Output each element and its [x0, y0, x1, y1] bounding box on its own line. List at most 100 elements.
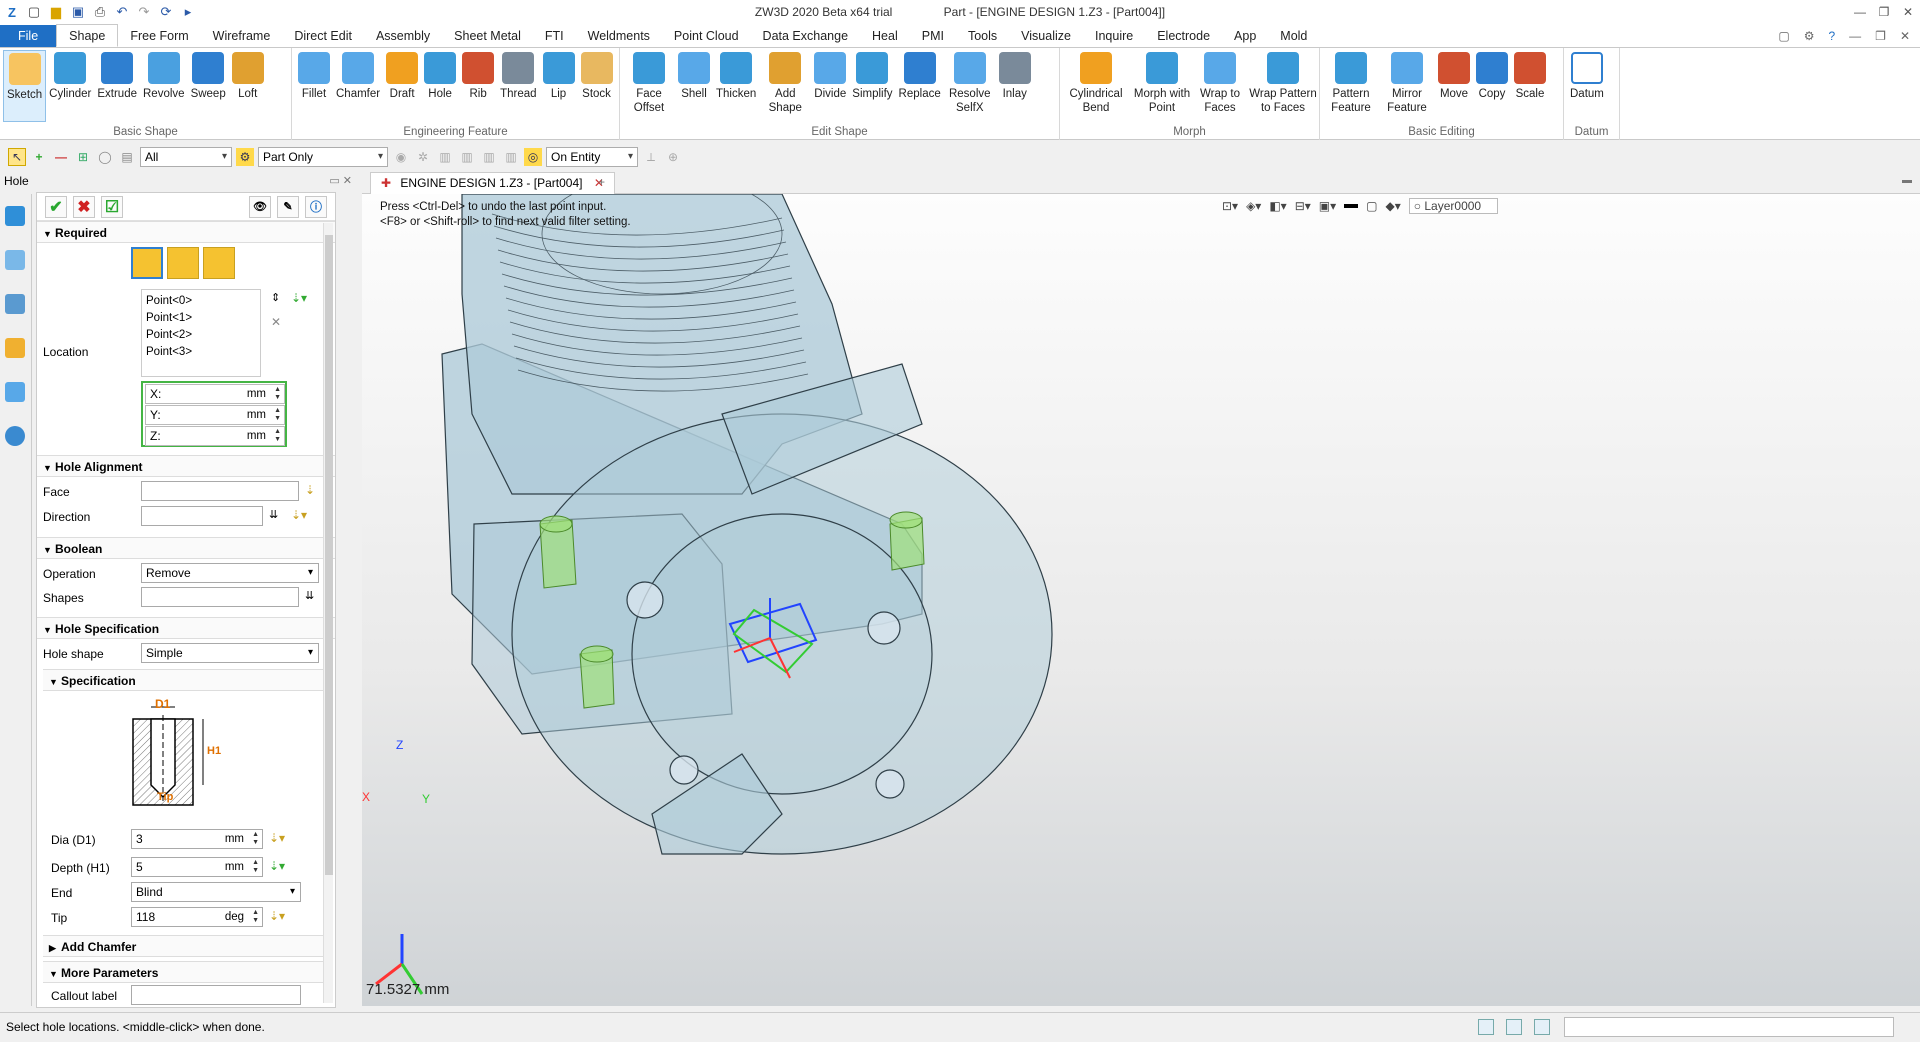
- tab-app[interactable]: App: [1222, 25, 1268, 47]
- undo-icon[interactable]: ↶: [114, 4, 130, 20]
- settings-gear-icon[interactable]: ⚙: [1804, 29, 1815, 43]
- window-min-icon[interactable]: —: [1849, 29, 1861, 43]
- tab-visualize[interactable]: Visualize: [1009, 25, 1083, 47]
- window-close-icon[interactable]: ✕: [1900, 29, 1910, 43]
- pattern-feature-button[interactable]: Pattern Feature: [1323, 50, 1379, 122]
- loft-button[interactable]: Loft: [229, 50, 267, 122]
- hole-type-counterbore-icon[interactable]: [167, 247, 199, 279]
- dia-field[interactable]: 3 mm ▲ ▼: [131, 829, 263, 849]
- new-file-icon[interactable]: ▢: [26, 4, 42, 20]
- section-hole-specification[interactable]: ▼ Hole Specification: [37, 617, 335, 639]
- pin-icon[interactable]: ✎: [277, 195, 299, 218]
- snap-b-icon[interactable]: ✲: [414, 148, 432, 166]
- section-specification[interactable]: ▼ Specification: [43, 669, 325, 691]
- render-mode-icon[interactable]: ◧▾: [1269, 199, 1286, 213]
- section-add-chamfer[interactable]: ▶ Add Chamfer: [43, 935, 325, 957]
- tab-free-form[interactable]: Free Form: [118, 25, 200, 47]
- scope-select[interactable]: Part Only: [258, 147, 388, 167]
- cancel-x-icon[interactable]: ✖: [73, 195, 95, 218]
- snap-e-icon[interactable]: ▥: [480, 148, 498, 166]
- help-icon[interactable]: ?: [1828, 29, 1835, 43]
- hole-button[interactable]: Hole: [421, 50, 459, 122]
- tab-assembly[interactable]: Assembly: [364, 25, 442, 47]
- rib-button[interactable]: Rib: [459, 50, 497, 122]
- info-icon[interactable]: ⓘ: [305, 195, 327, 218]
- vtab-history[interactable]: [0, 238, 30, 282]
- extrude-button[interactable]: Extrude: [94, 50, 140, 122]
- sketch-button[interactable]: Sketch: [3, 50, 47, 122]
- layer-select[interactable]: ○ Layer0000: [1408, 198, 1499, 214]
- section-required[interactable]: ▼ Required: [37, 221, 335, 243]
- face-pick-icon[interactable]: ⇣: [305, 483, 315, 497]
- regen-icon[interactable]: ⟳: [158, 4, 174, 20]
- y-field[interactable]: Y: mm ▲ ▼: [145, 405, 285, 425]
- tab-tools[interactable]: Tools: [956, 25, 1009, 47]
- save-icon[interactable]: ▣: [70, 4, 86, 20]
- minimize-icon[interactable]: —: [1848, 5, 1872, 19]
- new-tab-icon[interactable]: +: [598, 175, 605, 189]
- vtab-viewport[interactable]: [0, 370, 30, 414]
- filter-icon[interactable]: ▤: [118, 148, 136, 166]
- sweep-button[interactable]: Sweep: [188, 50, 229, 122]
- 3d-viewport[interactable]: Press <Ctrl-Del> to undo the last point …: [362, 194, 1920, 1006]
- revolve-button[interactable]: Revolve: [140, 50, 188, 122]
- view-cube-icon[interactable]: ◈▾: [1246, 199, 1261, 213]
- lip-button[interactable]: Lip: [540, 50, 578, 122]
- status-view-c-icon[interactable]: [1534, 1019, 1550, 1035]
- inlay-button[interactable]: Inlay: [996, 50, 1034, 122]
- window-restore-icon[interactable]: ❐: [1875, 29, 1886, 43]
- section-more-parameters[interactable]: ▼ More Parameters: [43, 961, 325, 983]
- tab-pmi[interactable]: PMI: [910, 25, 956, 47]
- simplify-button[interactable]: Simplify: [849, 50, 895, 122]
- tab-electrode[interactable]: Electrode: [1145, 25, 1222, 47]
- tab-mold[interactable]: Mold: [1268, 25, 1319, 47]
- tab-sheet-metal[interactable]: Sheet Metal: [442, 25, 533, 47]
- view-fit-icon[interactable]: ⊡▾: [1222, 199, 1238, 213]
- datum-button[interactable]: Datum: [1567, 50, 1607, 122]
- tab-wireframe[interactable]: Wireframe: [201, 25, 283, 47]
- delete-point-icon[interactable]: ✕: [271, 315, 281, 329]
- customize-arrow-icon[interactable]: ▸: [180, 4, 196, 20]
- cylindrical-bend-button[interactable]: Cylindrical Bend: [1063, 50, 1129, 122]
- face-field[interactable]: [141, 481, 299, 501]
- section-icon[interactable]: ⊟▾: [1295, 199, 1311, 213]
- lasso-icon[interactable]: ◯: [96, 148, 114, 166]
- panel-scrollbar[interactable]: [323, 223, 333, 1003]
- color-swatch-icon[interactable]: [1344, 204, 1359, 208]
- wrap-to-faces-button[interactable]: Wrap to Faces: [1195, 50, 1245, 122]
- stock-button[interactable]: Stock: [578, 50, 616, 122]
- shapes-expand-icon[interactable]: ⇊: [305, 589, 314, 602]
- snap-c-icon[interactable]: ▥: [436, 148, 454, 166]
- restore-icon[interactable]: ❐: [1872, 5, 1896, 19]
- background-icon[interactable]: ▢: [1366, 199, 1377, 213]
- apply-icon[interactable]: ☑: [101, 195, 123, 218]
- resolve-selfx-button[interactable]: Resolve SelfX: [944, 50, 996, 122]
- copy-button[interactable]: Copy: [1473, 50, 1511, 122]
- section-hole-alignment[interactable]: ▼ Hole Alignment: [37, 455, 335, 477]
- tab-file[interactable]: File: [0, 25, 57, 47]
- pick-location-icon[interactable]: ⇣▾: [291, 291, 307, 305]
- x-field[interactable]: X: mm ▲ ▼: [145, 384, 285, 404]
- hole-type-simple-icon[interactable]: [131, 247, 163, 279]
- close-icon[interactable]: ✕: [1896, 5, 1920, 19]
- remove-icon[interactable]: —: [52, 148, 70, 166]
- wrap-pattern-to-faces-button[interactable]: Wrap Pattern to Faces: [1245, 50, 1321, 122]
- z-field[interactable]: Z: mm ▲ ▼: [145, 426, 285, 446]
- fillet-button[interactable]: Fillet: [295, 50, 333, 122]
- direction-flip-icon[interactable]: ⇊: [269, 508, 278, 521]
- dock-icon[interactable]: ▢: [1778, 29, 1789, 43]
- operation-select[interactable]: Remove: [141, 563, 319, 583]
- move-up-icon[interactable]: ⇕: [271, 291, 280, 304]
- depth-field[interactable]: 5 mm ▲ ▼: [131, 857, 263, 877]
- thicken-button[interactable]: Thicken: [713, 50, 759, 122]
- chamfer-button[interactable]: Chamfer: [333, 50, 383, 122]
- list-item[interactable]: Point<1>: [146, 310, 256, 327]
- face-offset-button[interactable]: Face Offset: [623, 50, 675, 122]
- tab-direct-edit[interactable]: Direct Edit: [282, 25, 364, 47]
- mirror-feature-button[interactable]: Mirror Feature: [1379, 50, 1435, 122]
- snap-d-icon[interactable]: ▥: [458, 148, 476, 166]
- scale-button[interactable]: Scale: [1511, 50, 1549, 122]
- tab-heal[interactable]: Heal: [860, 25, 910, 47]
- filter-select[interactable]: All: [140, 147, 232, 167]
- vtab-user[interactable]: [0, 414, 30, 458]
